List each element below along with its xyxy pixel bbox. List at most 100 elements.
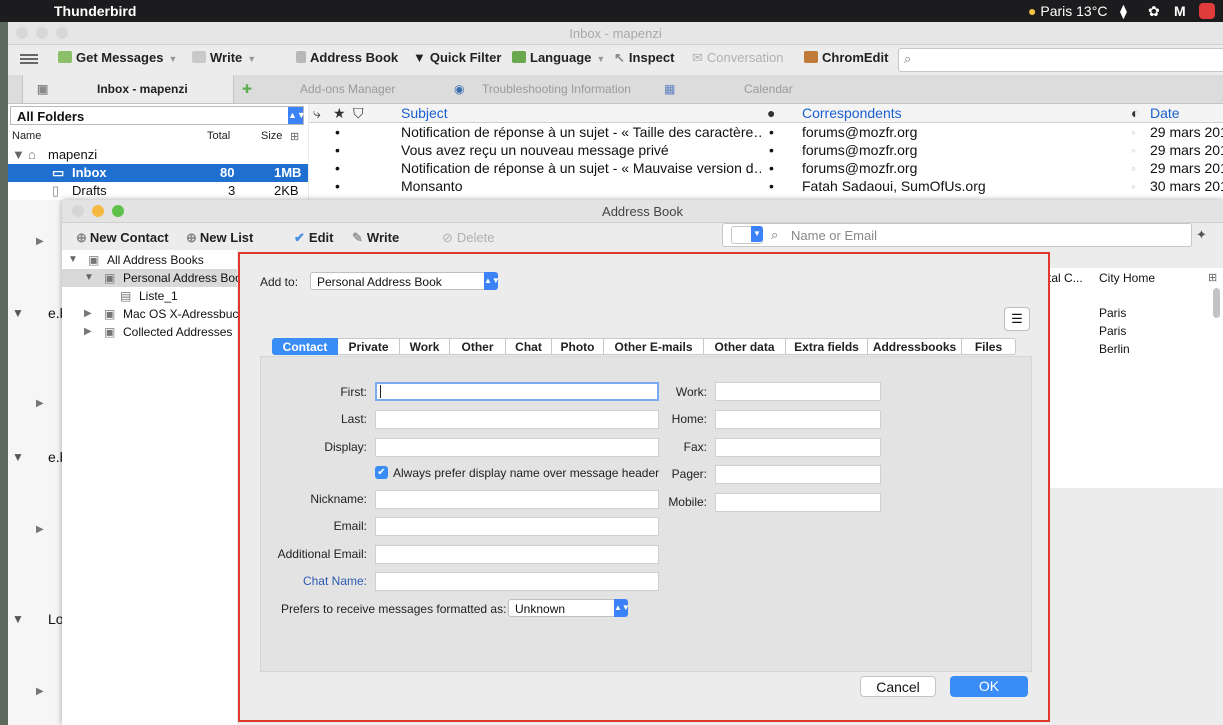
malwarebytes-icon[interactable]: M: [1174, 3, 1186, 19]
weather-status[interactable]: ● Paris 13°C: [1028, 3, 1107, 19]
tree-item-personal-address-book[interactable]: ▼ ▣ Personal Address Book: [62, 269, 248, 287]
disclosure-closed-icon[interactable]: ▶: [36, 236, 44, 247]
work-phone-input[interactable]: [715, 382, 881, 401]
chat-name-input[interactable]: [375, 572, 659, 591]
tab-other-data[interactable]: Other data: [704, 338, 786, 355]
tab-calendar[interactable]: ▦ Calendar: [660, 75, 860, 103]
additional-email-input[interactable]: [375, 545, 659, 564]
tab-extra-fields[interactable]: Extra fields: [786, 338, 868, 355]
tab-chat[interactable]: Chat: [506, 338, 552, 355]
contact-city[interactable]: Paris: [1099, 306, 1126, 320]
address-book-button[interactable]: Address Book: [296, 50, 398, 65]
tab-inbox[interactable]: ▣ Inbox - mapenzi: [22, 75, 234, 103]
card-view-toggle-icon[interactable]: ☰: [1004, 307, 1030, 331]
tab-addons-manager[interactable]: ✚ Add-ons Manager: [234, 75, 434, 103]
message-row[interactable]: • Vous avez reçu un nouveau message priv…: [309, 141, 1223, 159]
global-search-input[interactable]: ⌕: [898, 48, 1223, 72]
quick-filter-button[interactable]: ▼ Quick Filter: [413, 50, 501, 65]
message-row[interactable]: • Notification de réponse à un sujet - «…: [309, 123, 1223, 141]
disclosure-closed-icon[interactable]: ▶: [36, 686, 44, 697]
address-book-search[interactable]: ▼ ⌕ Name or Email: [722, 223, 1192, 247]
get-messages-button[interactable]: Get Messages ▼: [58, 50, 177, 65]
conversation-button[interactable]: ✉ Conversation: [692, 50, 784, 66]
tab-photo[interactable]: Photo: [552, 338, 604, 355]
pencil-icon: [192, 51, 206, 63]
folder-col-size[interactable]: Size: [261, 130, 282, 142]
fax-input[interactable]: [715, 438, 881, 457]
add-to-select[interactable]: Personal Address Book ▲▼: [310, 272, 500, 290]
scrollbar-thumb[interactable]: [1213, 288, 1220, 318]
subject-column-header[interactable]: Subject: [401, 104, 448, 122]
folder-row-inbox[interactable]: ▭ Inbox 80 1MB: [8, 164, 308, 182]
pin-icon[interactable]: ✦: [1196, 227, 1207, 243]
prefer-display-label[interactable]: Always prefer display name over message …: [393, 466, 659, 480]
prefer-display-checkbox[interactable]: ✔: [375, 466, 388, 479]
tab-other[interactable]: Other: [450, 338, 506, 355]
message-row[interactable]: • Notification de réponse à un sujet - «…: [309, 159, 1223, 177]
star-column-icon[interactable]: ★: [333, 104, 346, 122]
attachment-column-icon[interactable]: ⛉: [353, 104, 364, 122]
tree-item-liste-1[interactable]: ▤ Liste_1: [62, 287, 237, 305]
thread-column-icon[interactable]: ⤷: [313, 104, 321, 122]
ok-button[interactable]: OK: [950, 676, 1028, 697]
correspondents-column-header[interactable]: Correspondents: [802, 104, 902, 122]
first-name-input[interactable]: [375, 382, 659, 401]
tab-work[interactable]: Work: [400, 338, 450, 355]
city-home-column-header[interactable]: City Home: [1099, 271, 1155, 285]
chat-name-label[interactable]: Chat Name:: [261, 574, 367, 588]
folder-col-name[interactable]: Name: [12, 130, 41, 142]
nickname-input[interactable]: [375, 490, 659, 509]
date-column-header[interactable]: Date: [1150, 104, 1180, 122]
chromedit-button[interactable]: ChromEdit: [804, 50, 888, 65]
disclosure-open-icon[interactable]: ▼: [12, 306, 24, 320]
junk-column-icon[interactable]: ◐: [1131, 104, 1139, 122]
app-menu-name[interactable]: Thunderbird: [54, 3, 136, 19]
tab-private[interactable]: Private: [338, 338, 400, 355]
folder-pane-fragment: ▼ e.b ▼ e.b ▼ Lo ▶ ▶ ▶ ▶: [8, 200, 67, 725]
disclosure-open-icon[interactable]: ▼: [12, 612, 24, 626]
display-name-input[interactable]: [375, 438, 659, 457]
inspect-button[interactable]: ↖ Inspect: [614, 50, 674, 66]
new-list-button[interactable]: ⊕ New List: [186, 230, 253, 246]
tab-contact[interactable]: Contact: [272, 338, 338, 355]
dropbox-icon[interactable]: ⧫: [1120, 3, 1127, 20]
folder-col-total[interactable]: Total: [207, 130, 230, 142]
disclosure-closed-icon[interactable]: ▶: [36, 398, 44, 409]
hamburger-menu-icon[interactable]: [20, 52, 38, 66]
app-status-icon[interactable]: [1199, 3, 1215, 19]
home-phone-input[interactable]: [715, 410, 881, 429]
folder-row-drafts[interactable]: ▯ Drafts 3 2KB: [8, 182, 308, 200]
write-button[interactable]: Write ▼: [192, 50, 256, 65]
folder-row-account[interactable]: ▼ ⌂ mapenzi: [8, 146, 308, 164]
tab-addressbooks[interactable]: Addressbooks: [868, 338, 962, 355]
tree-item-mac-os-x-adressbuch[interactable]: ▶ ▣ Mac OS X-Adressbuch: [62, 305, 245, 323]
message-row[interactable]: • Monsanto • Fatah Sadaoui, SumOfUs.org …: [309, 177, 1223, 195]
tab-other-emails[interactable]: Other E-mails: [604, 338, 704, 355]
read-column-icon[interactable]: ●: [767, 104, 775, 122]
paw-icon[interactable]: ✿: [1148, 3, 1160, 20]
email-input[interactable]: [375, 517, 659, 536]
contact-city[interactable]: Berlin: [1099, 342, 1130, 356]
search-scope-select[interactable]: ▼: [731, 226, 763, 244]
contact-city[interactable]: Paris: [1099, 324, 1126, 338]
mobile-input[interactable]: [715, 493, 881, 512]
tree-item-collected-addresses[interactable]: ▶ ▣ Collected Addresses: [62, 323, 237, 341]
column-picker-icon[interactable]: ⊞: [1208, 271, 1217, 284]
tab-troubleshooting[interactable]: ◉ Troubleshooting Information: [446, 75, 656, 103]
edit-button[interactable]: ✔ Edit: [294, 230, 333, 246]
cancel-button[interactable]: Cancel: [860, 676, 936, 697]
folder-view-select[interactable]: All Folders ▲▼: [10, 106, 306, 125]
delete-button[interactable]: ⊘ Delete: [442, 230, 494, 246]
mail-format-select[interactable]: Unknown ▲▼: [508, 599, 630, 617]
last-name-input[interactable]: [375, 410, 659, 429]
disclosure-closed-icon[interactable]: ▶: [36, 524, 44, 535]
language-button[interactable]: Language ▼: [512, 50, 605, 65]
tab-files[interactable]: Files: [962, 338, 1016, 355]
column-picker-icon[interactable]: ⊞: [290, 130, 299, 143]
read-status-icon: •: [769, 178, 774, 194]
pager-input[interactable]: [715, 465, 881, 484]
ab-write-button[interactable]: ✎ Write: [352, 230, 399, 246]
disclosure-open-icon[interactable]: ▼: [12, 450, 24, 464]
tree-item-all-address-books[interactable]: ▼ ▣ All Address Books: [62, 251, 237, 269]
new-contact-button[interactable]: ⊕ New Contact: [76, 230, 169, 246]
